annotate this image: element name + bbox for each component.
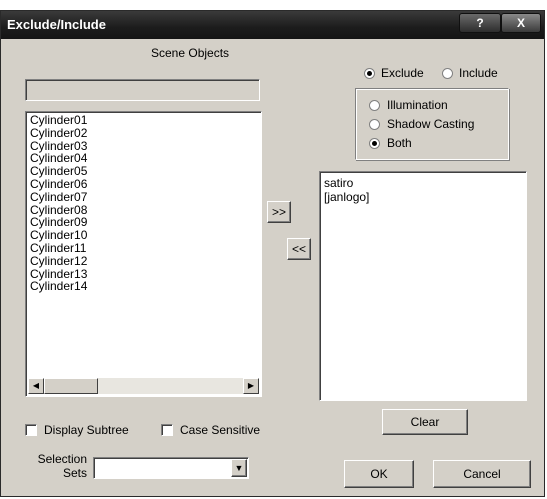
exclude-label: Exclude [381,66,424,80]
display-subtree-label: Display Subtree [44,423,129,437]
scene-object-item[interactable]: Cylinder14 [26,280,261,293]
illumination-radio[interactable] [369,100,380,111]
selection-sets-label-line1: Selection [37,452,87,466]
selection-sets-label: Selection Sets [37,452,87,480]
case-sensitive-checkbox[interactable] [161,424,173,436]
include-radio[interactable] [442,68,453,79]
scene-objects-heading: Scene Objects [151,46,230,60]
remove-from-list-button[interactable]: << [287,238,311,260]
include-label: Include [459,66,498,80]
shadow-casting-radio[interactable] [369,119,380,130]
horizontal-scrollbar[interactable]: ◀ ▶ [28,378,259,394]
selection-sets-label-line2: Sets [62,466,87,480]
excluded-objects-list[interactable]: satiro [janlogo] [319,171,527,401]
exclude-radio[interactable] [364,68,375,79]
scene-objects-list[interactable]: Cylinder01 Cylinder02 Cylinder03 Cylinder04… [25,111,262,397]
excluded-object-item[interactable]: [janlogo] [320,190,526,204]
shadow-casting-label: Shadow Casting [387,117,475,131]
window-title: Exclude/Include [7,17,106,32]
ok-button[interactable]: OK [344,460,414,488]
both-radio[interactable] [369,138,380,149]
scene-object-item[interactable]: Cylinder02 [26,126,261,140]
add-to-list-button[interactable]: >> [267,201,291,223]
scene-object-item[interactable]: Cylinder12 [26,254,261,268]
case-sensitive-label: Case Sensitive [180,423,261,437]
illumination-label: Illumination [387,98,448,112]
scene-object-item[interactable]: Cylinder07 [26,190,261,204]
scene-objects-search-input[interactable] [25,79,260,101]
help-button[interactable]: ? [459,13,501,33]
exclude-include-dialog: Exclude/Include ? X Scene Objects Cylind… [0,10,545,497]
scene-object-item[interactable]: Cylinder11 [26,242,261,255]
dropdown-arrow-icon[interactable]: ▼ [231,459,247,477]
selection-sets-dropdown[interactable]: ▼ [93,457,249,479]
clear-button[interactable]: Clear [382,409,468,435]
close-button[interactable]: X [501,13,541,33]
scroll-left-icon[interactable]: ◀ [28,378,44,394]
display-subtree-checkbox[interactable] [25,424,37,436]
both-label: Both [387,136,412,150]
title-bar: Exclude/Include ? X [1,11,544,39]
scene-object-item[interactable]: Cylinder01 [26,114,261,127]
excluded-object-item[interactable]: satiro [320,176,526,190]
scroll-thumb[interactable] [44,378,98,394]
scroll-right-icon[interactable]: ▶ [243,378,259,394]
cancel-button[interactable]: Cancel [433,460,531,488]
scene-object-item[interactable]: Cylinder06 [26,178,261,191]
